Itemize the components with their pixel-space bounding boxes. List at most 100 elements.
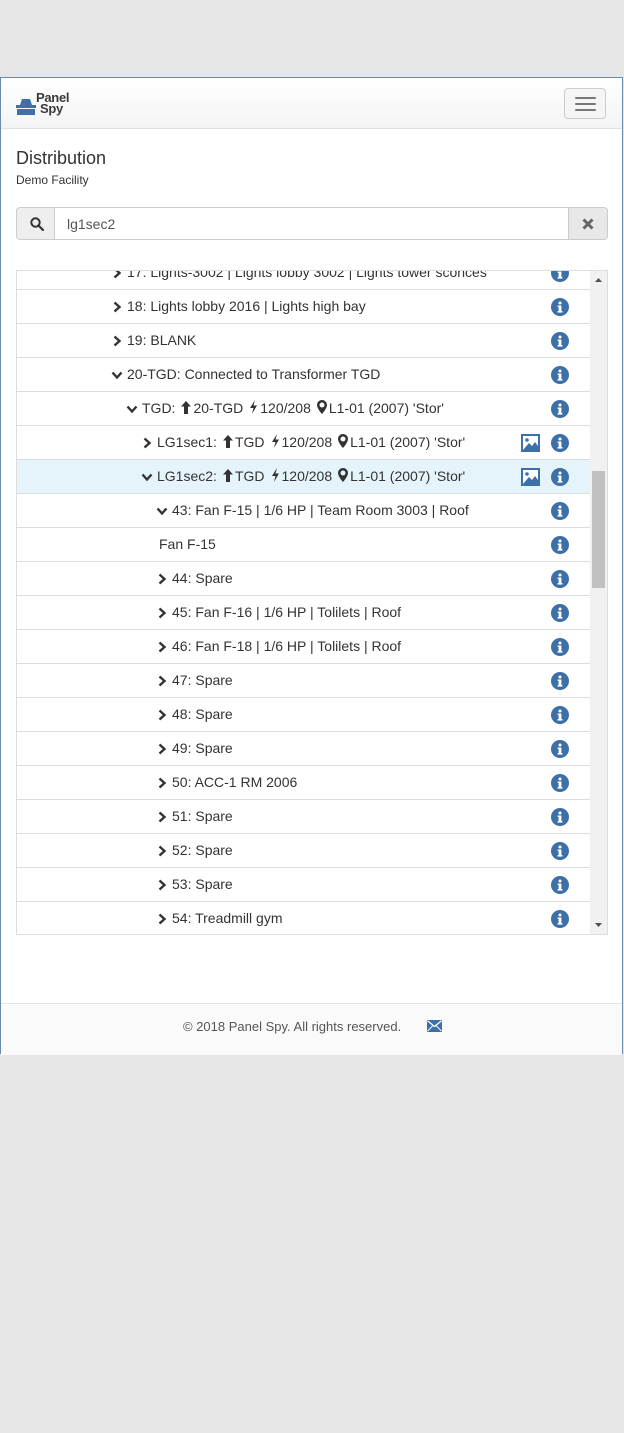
tree-row-label[interactable]: 47: Spare (172, 672, 233, 688)
tree-row-label[interactable]: 51: Spare (172, 808, 233, 824)
info-circle-icon[interactable] (551, 400, 569, 418)
chevron-right-icon[interactable] (156, 878, 168, 891)
image-icon[interactable] (521, 468, 540, 486)
tree-row[interactable]: 17: Lights-3002 | Lights lobby 3002 | Li… (17, 271, 591, 290)
info-circle-icon[interactable] (551, 604, 569, 622)
panel-label[interactable]: LG1sec2: TGD 120/208 L1-01 (2007) 'Stor' (157, 468, 465, 485)
chevron-down-icon[interactable] (156, 504, 168, 516)
tree-row-label[interactable]: 17: Lights-3002 | Lights lobby 3002 | Li… (127, 271, 487, 280)
search-button[interactable] (16, 207, 55, 240)
tree-row[interactable]: 46: Fan F-18 | 1/6 HP | Tolilets | Roof (17, 630, 591, 664)
chevron-right-icon[interactable] (141, 436, 153, 449)
bolt-icon (271, 434, 280, 451)
image-icon[interactable] (521, 434, 540, 452)
search-input[interactable] (54, 207, 569, 240)
tree-row[interactable]: 53: Spare (17, 868, 591, 902)
tree-row[interactable]: 18: Lights lobby 2016 | Lights high bay (17, 290, 591, 324)
panel-label[interactable]: TGD: 20-TGD 120/208 L1-01 (2007) 'Stor' (142, 400, 444, 417)
scrollbar-thumb[interactable] (592, 471, 605, 588)
tree-row[interactable]: 47: Spare (17, 664, 591, 698)
tree-row[interactable]: 48: Spare (17, 698, 591, 732)
info-circle-icon[interactable] (551, 774, 569, 792)
clear-search-button[interactable] (568, 207, 608, 240)
tree-row[interactable]: 19: BLANK (17, 324, 591, 358)
info-circle-icon[interactable] (551, 808, 569, 826)
chevron-right-icon[interactable] (156, 912, 168, 925)
hamburger-icon (575, 97, 596, 99)
tree-row[interactable]: 52: Spare (17, 834, 591, 868)
tree-row[interactable]: 49: Spare (17, 732, 591, 766)
tree-row-label[interactable]: 43: Fan F-15 | 1/6 HP | Team Room 3003 |… (172, 502, 469, 518)
chevron-down-icon[interactable] (126, 402, 138, 414)
info-circle-icon[interactable] (551, 672, 569, 690)
tree-row-label[interactable]: 54: Treadmill gym (172, 910, 282, 926)
chevron-right-icon[interactable] (156, 810, 168, 823)
chevron-right-icon[interactable] (156, 776, 168, 789)
info-circle-icon[interactable] (551, 366, 569, 384)
tree-row-label[interactable]: 52: Spare (172, 842, 233, 858)
info-circle-icon[interactable] (551, 298, 569, 316)
panel-spy-logo[interactable]: Panel Spy (16, 91, 80, 119)
chevron-right-icon[interactable] (111, 334, 123, 347)
tree-scrollbar[interactable] (590, 271, 607, 934)
info-circle-icon[interactable] (551, 332, 569, 350)
tree-row[interactable]: 20-TGD: Connected to Transformer TGD (17, 358, 591, 392)
chevron-right-icon[interactable] (156, 606, 168, 619)
tree-row-label[interactable]: 44: Spare (172, 570, 233, 586)
envelope-icon[interactable] (427, 1020, 442, 1032)
tree-row[interactable]: Fan F-15 (17, 528, 591, 562)
info-circle-icon[interactable] (551, 434, 569, 452)
tree-row-label[interactable]: 46: Fan F-18 | 1/6 HP | Tolilets | Roof (172, 638, 401, 654)
tree-row[interactable]: 43: Fan F-15 | 1/6 HP | Team Room 3003 |… (17, 494, 591, 528)
tree-row-label[interactable]: 45: Fan F-16 | 1/6 HP | Tolilets | Roof (172, 604, 401, 620)
chevron-down-icon[interactable] (141, 470, 153, 482)
info-circle-icon[interactable] (551, 876, 569, 894)
info-circle-icon[interactable] (551, 842, 569, 860)
tree-row[interactable]: LG1sec1: TGD 120/208 L1-01 (2007) 'Stor' (17, 426, 591, 460)
info-circle-icon[interactable] (551, 468, 569, 486)
tree-row-label[interactable]: 48: Spare (172, 706, 233, 722)
tree-row[interactable]: 51: Spare (17, 800, 591, 834)
tree-row-label[interactable]: Fan F-15 (159, 536, 216, 552)
scroll-down-icon[interactable] (590, 918, 607, 932)
tree-row-label[interactable]: 18: Lights lobby 2016 | Lights high bay (127, 298, 366, 314)
fed-from: 20-TGD (193, 400, 244, 416)
info-circle-icon[interactable] (551, 536, 569, 554)
tree-row-label[interactable]: 50: ACC-1 RM 2006 (172, 774, 297, 790)
tree-row[interactable]: 45: Fan F-16 | 1/6 HP | Tolilets | Roof (17, 596, 591, 630)
map-marker-icon (338, 434, 349, 451)
chevron-down-icon[interactable] (111, 368, 123, 380)
map-marker-icon (316, 400, 327, 417)
scroll-up-icon[interactable] (590, 273, 607, 287)
info-circle-icon[interactable] (551, 271, 569, 282)
chevron-right-icon[interactable] (156, 708, 168, 721)
tree-row[interactable]: 54: Treadmill gym (17, 902, 591, 934)
info-circle-icon[interactable] (551, 910, 569, 928)
chevron-right-icon[interactable] (156, 844, 168, 857)
menu-toggle-button[interactable] (564, 88, 606, 119)
tree-row[interactable]: TGD: 20-TGD 120/208 L1-01 (2007) 'Stor' (17, 392, 591, 426)
info-circle-icon[interactable] (551, 740, 569, 758)
tree-row[interactable]: 44: Spare (17, 562, 591, 596)
bolt-icon (271, 468, 280, 485)
panel-label[interactable]: LG1sec1: TGD 120/208 L1-01 (2007) 'Stor' (157, 434, 465, 451)
tree-row-label[interactable]: 49: Spare (172, 740, 233, 756)
info-circle-icon[interactable] (551, 570, 569, 588)
tree-row-label[interactable]: 53: Spare (172, 876, 233, 892)
tree-row[interactable]: 50: ACC-1 RM 2006 (17, 766, 591, 800)
chevron-right-icon[interactable] (111, 300, 123, 313)
info-circle-icon[interactable] (551, 502, 569, 520)
chevron-right-icon[interactable] (156, 572, 168, 585)
tree-row-selected[interactable]: LG1sec2: TGD 120/208 L1-01 (2007) 'Stor' (17, 460, 591, 494)
chevron-right-icon[interactable] (111, 271, 123, 279)
tree-row-label[interactable]: 19: BLANK (127, 332, 196, 348)
chevron-right-icon[interactable] (156, 674, 168, 687)
info-circle-icon[interactable] (551, 706, 569, 724)
info-circle-icon[interactable] (551, 638, 569, 656)
tree-row-label[interactable]: 20-TGD: Connected to Transformer TGD (127, 366, 380, 382)
location: L1-01 (2007) 'Stor' (328, 400, 444, 416)
chevron-right-icon[interactable] (156, 742, 168, 755)
fed-from: TGD (234, 434, 265, 450)
footer: © 2018 Panel Spy. All rights reserved. (1, 1003, 622, 1055)
chevron-right-icon[interactable] (156, 640, 168, 653)
